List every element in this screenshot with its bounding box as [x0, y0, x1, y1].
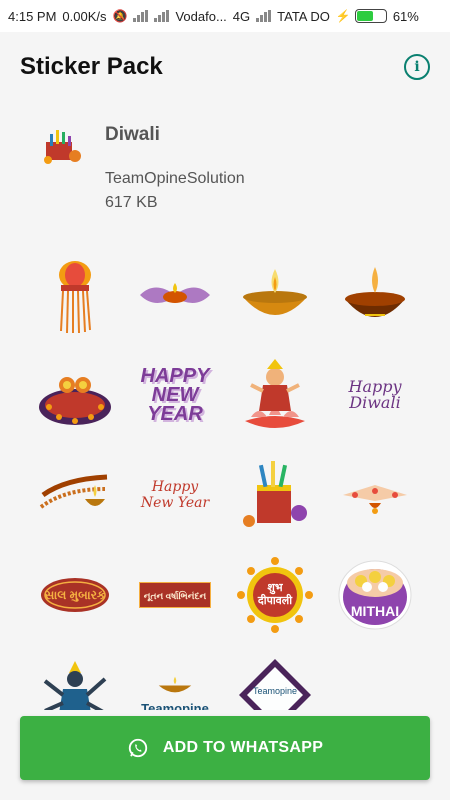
sticker-goddess-lakshmi[interactable]: [230, 350, 320, 440]
sticker-nutan-varshabhinandan[interactable]: નૂતન વર્ષાભિનંદન: [130, 550, 220, 640]
sticker-diya-decoration[interactable]: [330, 450, 420, 540]
sticker-saal-mubarak-label: સાલ મુબારક: [44, 587, 106, 602]
app-bar: Sticker Pack i: [0, 32, 450, 102]
sticker-diya-lamp-brown[interactable]: [330, 250, 420, 340]
signal-icon-2: [154, 10, 170, 22]
signal-icon-3: [256, 10, 272, 22]
sticker-teamopine-rangoli-label: Teamopine: [252, 686, 298, 696]
sticker-saal-mubarak[interactable]: સાલ મુબારક: [30, 550, 120, 640]
sticker-shubh-deepavali[interactable]: शुभ दीपावली: [230, 550, 320, 640]
sticker-happy-new-year-3d[interactable]: HAPPY NEW YEAR: [130, 350, 220, 440]
signal-icon: [133, 10, 149, 22]
charging-icon: ⚡: [335, 9, 351, 23]
info-icon[interactable]: i: [404, 54, 430, 80]
status-bar: 4:15 PM 0.00K/s 🔕 Vodafo... 4G TATA DO ⚡…: [0, 0, 450, 32]
sticker-happy-new-year-script[interactable]: Happy New Year: [130, 450, 220, 540]
sticker-happy-new-year-script-label: Happy New Year: [140, 479, 210, 511]
sticker-firecrackers[interactable]: [230, 450, 320, 540]
bell-off-icon: 🔕: [112, 9, 128, 23]
status-time: 4:15 PM: [8, 8, 57, 24]
whatsapp-icon: [128, 738, 147, 758]
sticker-shubh-deepavali-label: शुभ दीपावली: [257, 582, 293, 607]
sticker-nutan-varshabhinandan-label: નૂતન વર્ષાભિનંદન: [143, 591, 207, 601]
sticker-mithai-label: MITHAI: [350, 603, 400, 619]
status-battery: 61%: [392, 8, 419, 24]
sticker-diya-row[interactable]: [30, 450, 120, 540]
battery-icon: [354, 9, 387, 23]
sticker-teamopine-diya[interactable]: Teamopine: [130, 650, 220, 710]
pack-publisher: TeamOpineSolution: [105, 170, 245, 187]
sticker-decorated-diya-plate[interactable]: [30, 350, 120, 440]
sticker-grid: HAPPY NEW YEAR Happy Diwali Happy New Ye…: [10, 250, 440, 710]
status-carrier-1: Vodafo...: [175, 8, 227, 24]
sticker-happy-diwali-text-label: Happy Diwali: [348, 377, 402, 412]
status-speed: 0.00K/s: [62, 8, 107, 24]
sticker-kandil-lantern[interactable]: [30, 250, 120, 340]
status-carrier-2: TATA DO: [277, 8, 330, 24]
pack-size: 617 KB: [105, 194, 158, 211]
add-to-whatsapp-button[interactable]: ADD TO WHATSAPP: [20, 716, 430, 780]
sticker-goddess-kali[interactable]: [30, 650, 120, 710]
pack-name: Diwali: [105, 124, 160, 145]
page-title: Sticker Pack: [20, 53, 163, 80]
sticker-mithai[interactable]: MITHAI: [330, 550, 420, 640]
status-network: 4G: [232, 8, 251, 24]
sticker-diya-lamp-gold[interactable]: [230, 250, 320, 340]
sticker-happy-new-year-3d-text: HAPPY NEW YEAR: [140, 364, 210, 425]
add-to-whatsapp-label: ADD TO WHATSAPP: [162, 739, 324, 756]
pack-header: Diwali TeamOpineSolution 617 KB: [0, 110, 450, 220]
sticker-teamopine-rangoli[interactable]: Teamopine: [230, 650, 320, 710]
sticker-diya-ornament[interactable]: [130, 250, 220, 340]
sticker-happy-diwali-text[interactable]: Happy Diwali: [330, 350, 420, 440]
pack-tray-icon: [40, 124, 84, 168]
sticker-teamopine-diya-label: Teamopine: [141, 700, 209, 711]
